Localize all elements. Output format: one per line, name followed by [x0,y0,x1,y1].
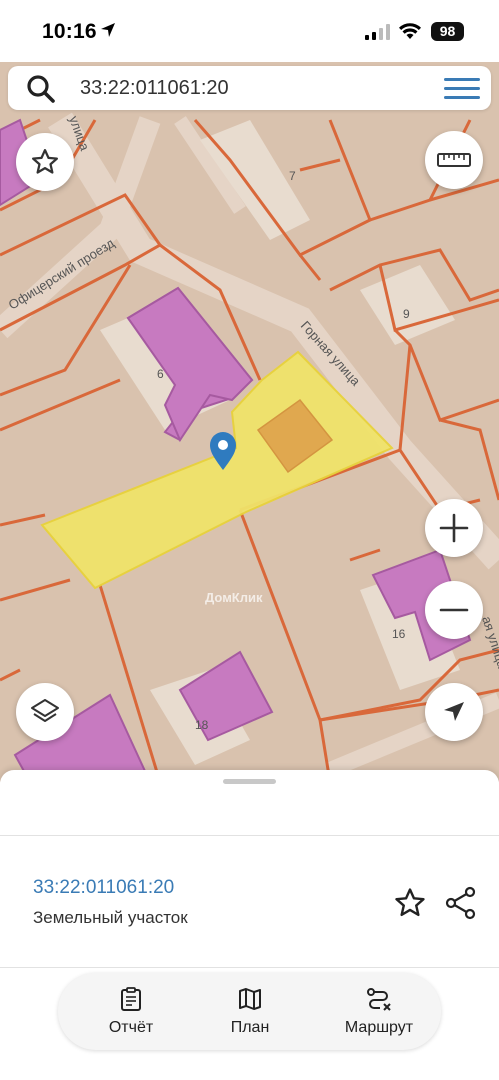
parcel-favorite-star-icon[interactable] [393,886,427,920]
share-icon[interactable] [444,886,478,920]
location-arrow-icon [101,23,115,37]
zoom-in-button[interactable] [425,499,483,557]
zoom-out-button[interactable] [425,581,483,639]
house-number: 18 [195,718,209,732]
minus-icon [439,608,469,612]
cadastral-map[interactable]: Офицерский проезд Горная улица ая улица … [0,62,499,782]
route-label: Маршрут [344,1018,414,1036]
wifi-icon [399,23,421,39]
layers-icon [31,699,59,722]
report-button[interactable]: Отчёт [86,973,176,1050]
ruler-button[interactable] [425,131,483,189]
plus-icon [439,513,469,543]
bottom-action-bar: Отчёт План Маршрут [58,973,441,1050]
house-number: 7 [289,169,296,183]
divider [0,835,499,836]
menu-icon[interactable] [444,78,480,100]
report-icon [121,986,141,1011]
house-number: 9 [403,307,410,321]
search-icon[interactable] [26,74,56,104]
divider [0,967,499,968]
navigation-arrow-icon [444,702,464,721]
ruler-icon [437,153,471,167]
search-bar [8,66,491,110]
status-bar: 10:16 98 [0,0,499,62]
layers-button[interactable] [16,683,74,741]
route-button[interactable]: Маршрут [324,973,434,1050]
star-outline-icon [32,149,58,174]
status-time: 10:16 [42,20,97,43]
map-canvas: Офицерский проезд Горная улица ая улица … [0,62,499,782]
plan-button[interactable]: План [205,973,295,1050]
parcel-cadastral-number[interactable]: 33:22:011061:20 [33,877,174,899]
sheet-grabber[interactable] [223,779,276,784]
favorites-button[interactable] [16,133,74,191]
plan-label: План [230,1018,270,1036]
map-plan-icon [239,987,261,1010]
house-number: 16 [392,627,406,641]
my-location-button[interactable] [425,683,483,741]
report-label: Отчёт [108,1018,154,1036]
map-watermark: ДомКлик [205,590,263,605]
house-number: 6 [157,367,164,381]
battery-indicator: 98 [431,22,464,41]
parcel-bottom-sheet[interactable]: 33:22:011061:20 Земельный участок Отчёт [0,770,499,1080]
search-input[interactable] [80,66,410,110]
cellular-signal-icon [365,24,390,40]
parcel-type-label: Земельный участок [33,908,188,927]
route-icon [367,987,391,1011]
